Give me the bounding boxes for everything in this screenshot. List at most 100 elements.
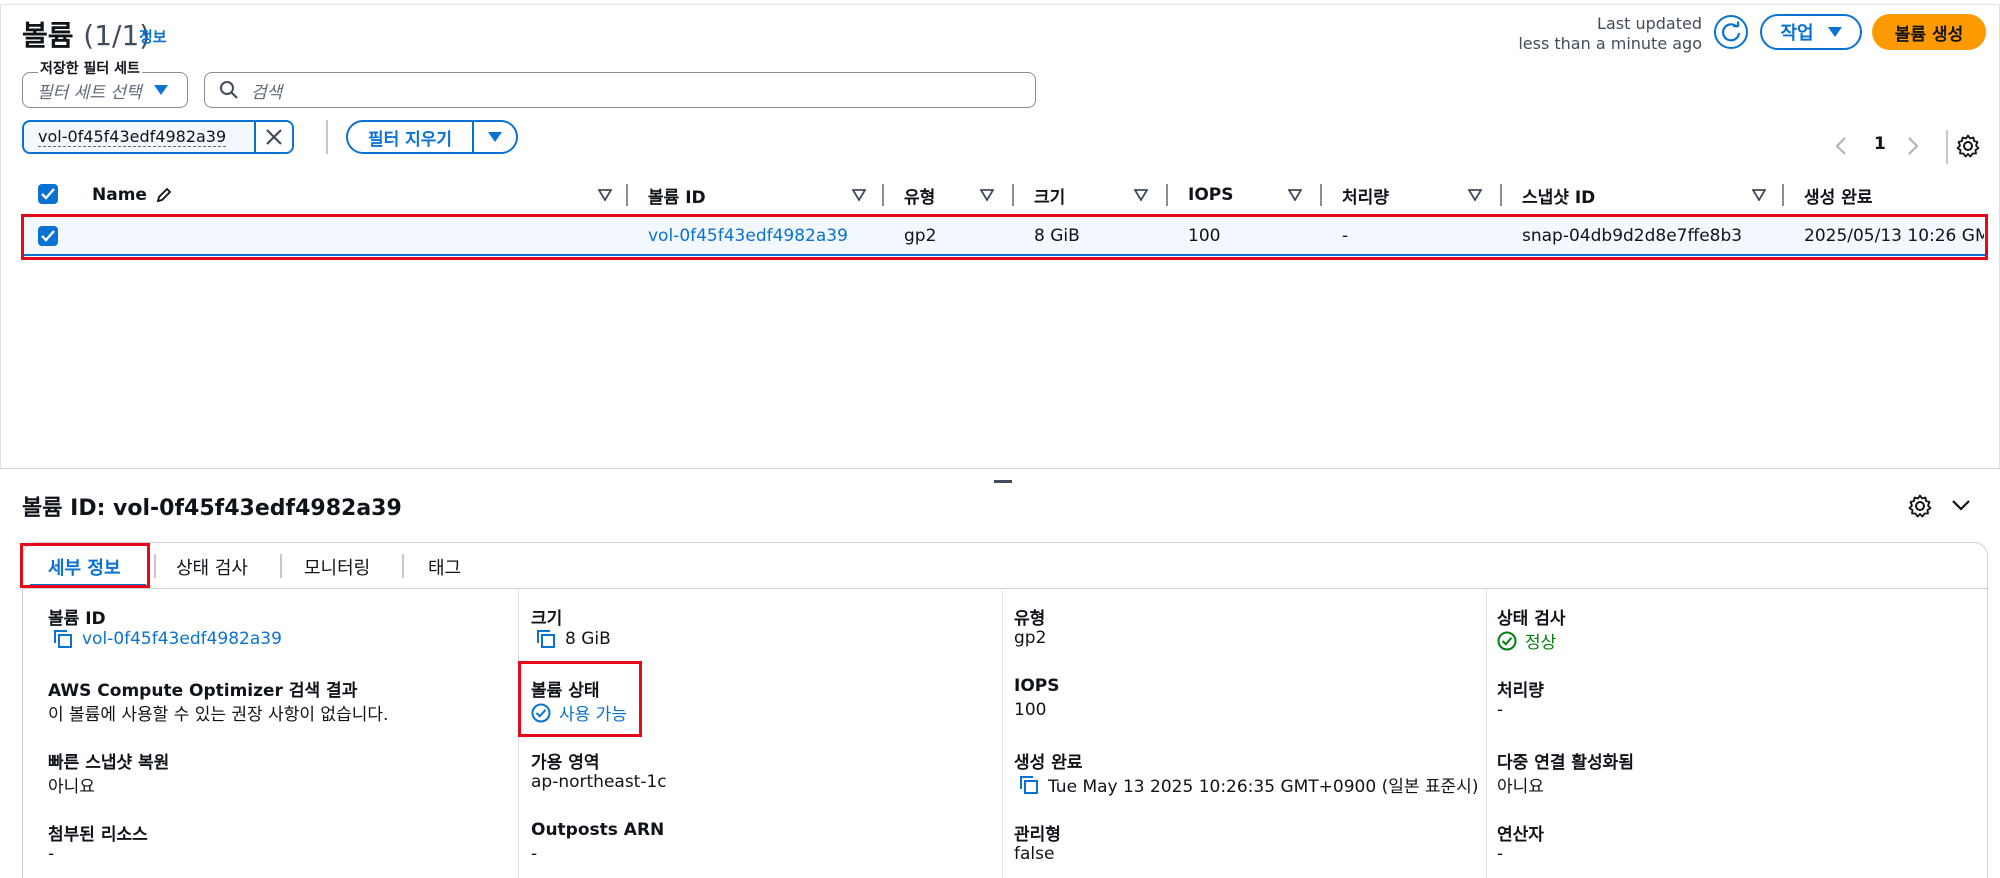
column-header-size[interactable]: 크기 [1034,178,1148,212]
value-volume-id[interactable]: vol-0f45f43edf4982a39 [52,628,282,650]
highlight-box [20,543,150,588]
copy-icon [54,630,72,648]
column-header-name[interactable]: Name [92,178,612,212]
value-managed: false [1014,844,1055,864]
label-attached-resources: 첨부된 리소스 [48,825,148,845]
chevron-down-icon [1952,500,1970,511]
tab-status-checks[interactable]: 상태 검사 [176,554,248,580]
label-status-check: 상태 검사 [1497,609,1566,629]
highlight-box [21,214,1988,260]
highlight-box [518,661,642,737]
column-header-throughput[interactable]: 처리량 [1342,178,1482,212]
check-icon [41,188,55,200]
label-outposts-arn: Outposts ARN [531,820,665,840]
info-link[interactable]: 정보 [139,26,167,47]
sort-icon [598,189,612,201]
actions-button[interactable]: 작업 [1760,14,1862,50]
value-throughput: - [1497,700,1504,720]
tab-separator [280,554,282,578]
resize-handle[interactable] [994,480,1012,483]
label-operator: 연산자 [1497,825,1544,845]
caret-down-icon [153,85,168,95]
select-all-checkbox[interactable] [38,184,58,204]
copy-icon[interactable] [535,628,557,650]
tab-monitoring[interactable]: 모니터링 [304,554,370,580]
column-divider [1320,184,1322,206]
sort-icon [1288,189,1302,201]
label-volume-id: 볼륨 ID [48,609,106,629]
details-title: 볼륨 ID: vol-0f45f43edf4982a39 [22,496,402,521]
value-iops: 100 [1014,700,1047,720]
column-divider [1002,590,1003,878]
value-outposts-arn: - [531,844,538,864]
page-number[interactable]: 1 [1874,134,1886,154]
next-page-button[interactable] [1906,136,1920,161]
search-icon [220,81,238,99]
previous-page-button[interactable] [1834,136,1848,161]
label-type: 유형 [1014,609,1046,629]
label-created: 생성 완료 [1014,753,1083,773]
value-size: 8 GiB [535,628,611,650]
divider [326,120,328,154]
table-preferences-button[interactable] [1956,134,1980,163]
column-divider [626,184,628,206]
details-preferences-button[interactable] [1908,494,1932,523]
column-header-created[interactable]: 생성 완료 [1804,178,1984,212]
remove-filter-button[interactable] [254,122,292,152]
column-header-iops[interactable]: IOPS [1188,178,1302,212]
caret-down-icon [488,132,502,142]
column-divider [1486,590,1487,878]
refresh-icon [1721,21,1741,42]
column-header-volume-id[interactable]: 볼륨 ID [648,178,866,212]
column-divider [1012,184,1014,206]
sort-icon [1468,189,1482,201]
edit-icon [156,187,172,203]
clear-filters-dropdown[interactable] [472,120,518,154]
refresh-button[interactable] [1714,15,1748,49]
sort-icon [1134,189,1148,201]
search-input[interactable]: 검색 [204,72,1036,108]
chevron-left-icon [1835,137,1846,155]
collapse-panel-button[interactable] [1950,494,1972,521]
label-multi-attach: 다중 연결 활성화됨 [1497,753,1634,773]
copy-icon[interactable] [1018,774,1040,796]
create-volume-button[interactable]: 볼륨 생성 [1872,14,1986,50]
last-updated: Last updated less than a minute ago [1518,14,1702,53]
sort-icon [980,189,994,201]
close-icon [266,129,282,145]
column-divider [1500,184,1502,206]
value-created: Tue May 13 2025 10:26:35 GMT+0900 (일본 표준… [1018,772,1478,797]
value-compute-optimizer: 이 볼륨에 사용할 수 있는 권장 사항이 없습니다. [48,705,389,725]
label-throughput: 처리량 [1497,681,1544,701]
filter-token-label[interactable]: vol-0f45f43edf4982a39 [38,127,227,147]
value-multi-attach: 아니요 [1497,777,1544,797]
saved-filter-legend: 저장한 필터 세트 [38,58,142,78]
tab-separator [154,554,156,578]
value-fast-snapshot-restore: 아니요 [48,777,95,797]
column-header-snapshot-id[interactable]: 스냅샷 ID [1522,178,1766,212]
chevron-right-icon [1908,137,1919,155]
column-divider [1166,184,1168,206]
tab-divider-line [22,588,1988,589]
caret-down-icon [1827,27,1842,37]
column-divider [882,184,884,206]
divider [1946,130,1948,164]
filter-token: vol-0f45f43edf4982a39 [22,120,294,154]
tab-tags[interactable]: 태그 [428,554,461,580]
sort-icon [852,189,866,201]
label-managed: 관리형 [1014,825,1061,845]
label-fast-snapshot-restore: 빠른 스냅샷 복원 [48,753,170,773]
gear-icon [1956,134,1980,158]
value-availability-zone: ap-northeast-1c [531,772,667,792]
value-attached-resources: - [48,844,55,864]
label-compute-optimizer: AWS Compute Optimizer 검색 결과 [48,681,358,701]
tab-separator [402,554,404,578]
column-divider [1782,184,1784,206]
value-type: gp2 [1014,628,1047,648]
column-header-type[interactable]: 유형 [904,178,994,212]
value-status-check: 정상 [1497,628,1556,653]
label-iops: IOPS [1014,676,1060,696]
clear-filters-button[interactable]: 필터 지우기 [346,120,474,154]
label-availability-zone: 가용 영역 [531,753,600,773]
value-operator: - [1497,844,1504,864]
